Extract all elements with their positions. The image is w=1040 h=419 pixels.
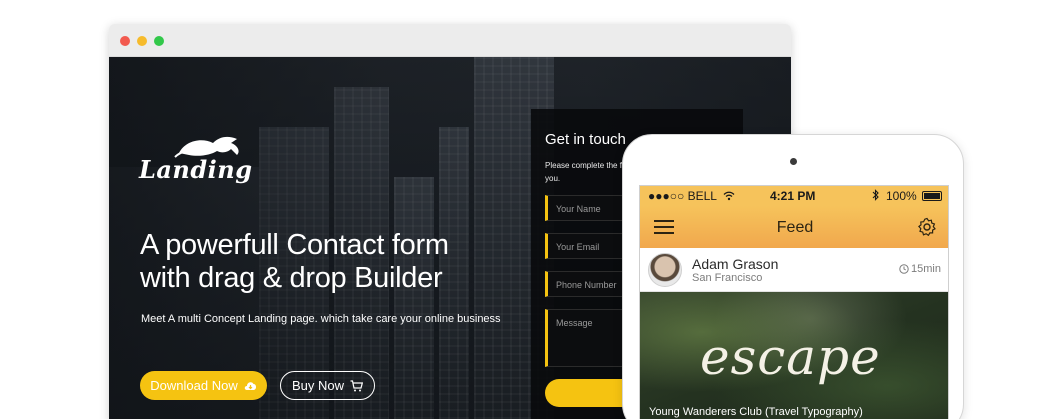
buy-now-button[interactable]: Buy Now [280, 371, 375, 400]
download-now-button[interactable]: Download Now [140, 371, 267, 400]
headline-line-1: A powerfull Contact form [140, 229, 449, 261]
clock-icon [899, 264, 909, 274]
minimize-dot-icon[interactable] [137, 36, 147, 46]
nav-bar: Feed [640, 206, 948, 248]
gear-icon[interactable] [917, 217, 937, 237]
post-author[interactable]: Adam Grason [692, 256, 778, 272]
logo-text: Landing [139, 155, 253, 184]
carrier-name: BELL [687, 189, 717, 203]
post-elapsed-time: 15min [911, 263, 941, 275]
avatar[interactable] [648, 253, 682, 287]
battery-icon [922, 191, 942, 201]
post-location: San Francisco [692, 272, 763, 284]
browser-title-bar [109, 24, 791, 57]
hero-headline: A powerfull Contact form with drag & dro… [140, 229, 520, 295]
tablet-screen: ●●●○○ BELL 4:21 PM 100% Feed Adam Grason… [639, 185, 949, 419]
camera-icon [790, 158, 797, 165]
wifi-icon [723, 191, 735, 201]
hero-subline: Meet A multi Concept Landing page. which… [141, 313, 501, 325]
post-header: Adam Grason San Francisco 15min [640, 248, 948, 292]
bluetooth-icon [872, 189, 880, 204]
form-title: Get in touch [545, 131, 626, 148]
signal-dots-icon: ●●●○○ [648, 189, 688, 203]
download-now-label: Download Now [150, 378, 238, 393]
status-time: 4:21 PM [770, 189, 816, 203]
stage: Landing A powerfull Contact form with dr… [0, 0, 1040, 419]
nav-title: Feed [776, 219, 814, 236]
maximize-dot-icon[interactable] [154, 36, 164, 46]
status-bar: ●●●○○ BELL 4:21 PM 100% [640, 186, 948, 206]
close-dot-icon[interactable] [120, 36, 130, 46]
tablet-device: ●●●○○ BELL 4:21 PM 100% Feed Adam Grason… [622, 134, 964, 419]
post-photo[interactable]: escape Young Wanderers Club (Travel Typo… [640, 292, 948, 419]
landing-logo[interactable]: Landing [139, 136, 252, 187]
battery-percent: 100% [886, 189, 917, 203]
buy-now-label: Buy Now [291, 378, 345, 393]
cart-icon [350, 379, 364, 391]
cloud-download-icon [244, 382, 256, 390]
post-caption: Young Wanderers Club (Travel Typography) [649, 406, 863, 418]
carrier-group: ●●●○○ BELL [648, 189, 735, 203]
photo-overlay-text: escape [700, 328, 881, 386]
headline-line-2: with drag & drop Builder [140, 262, 443, 294]
